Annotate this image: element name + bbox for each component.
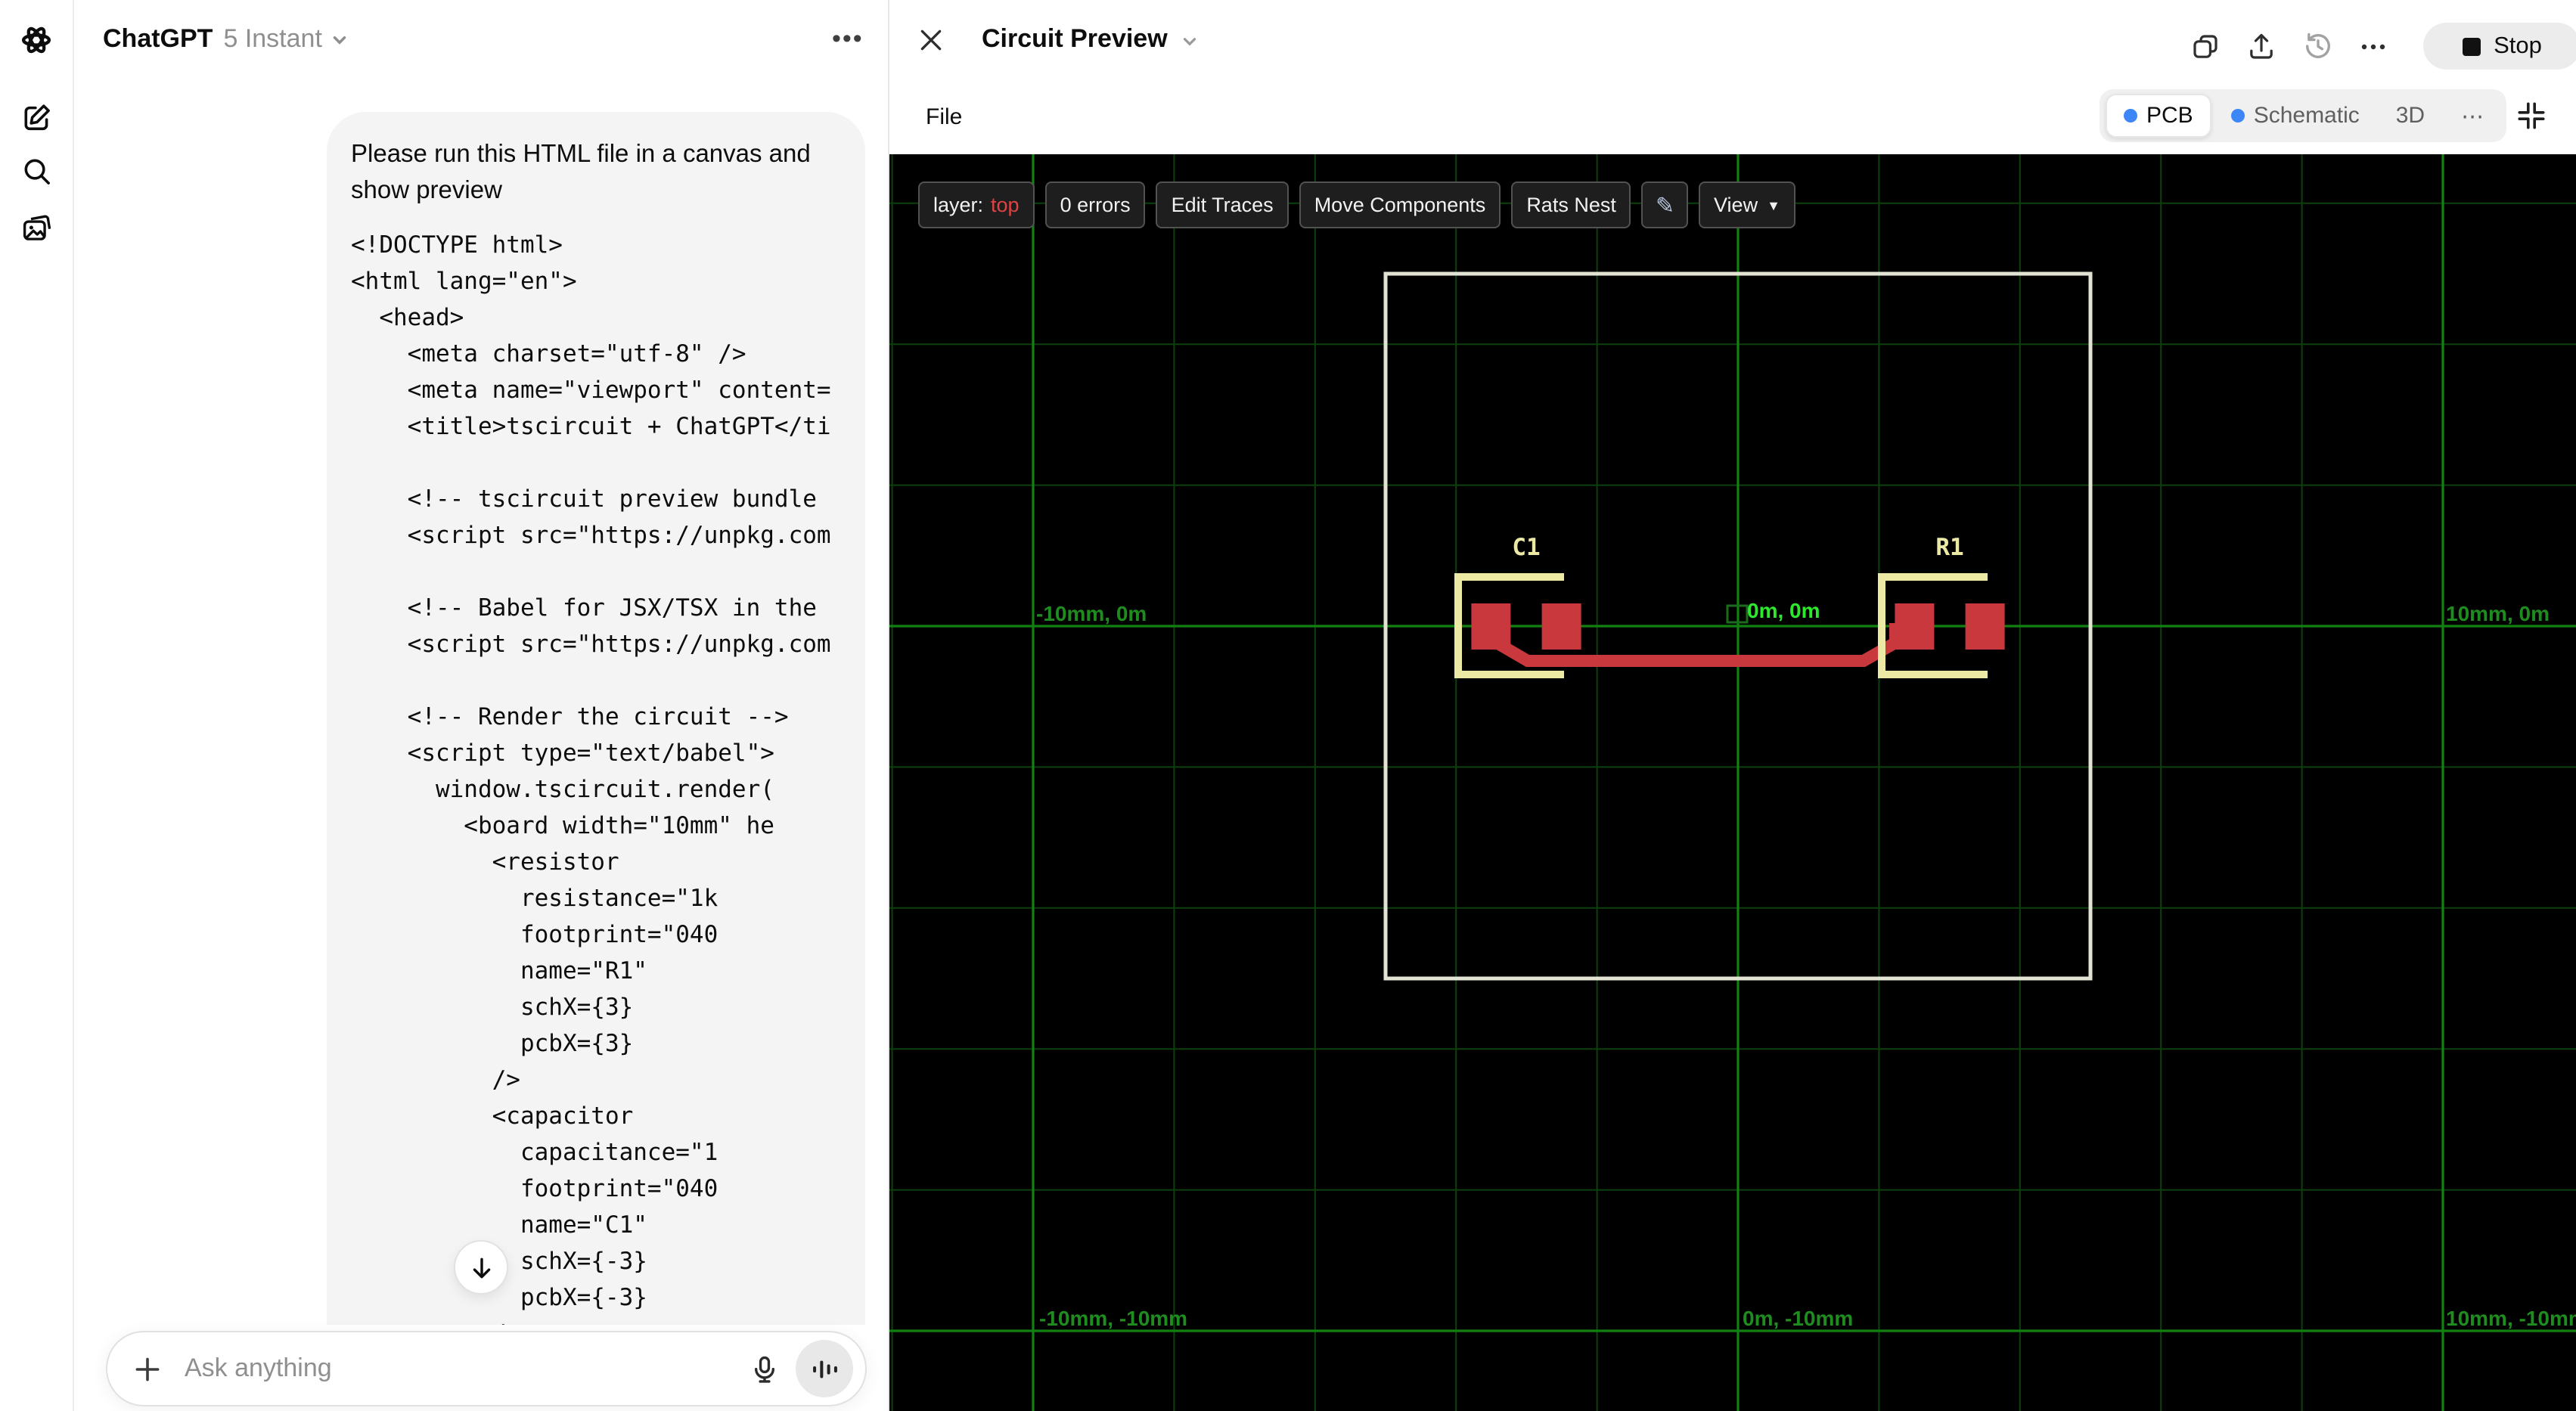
user-message-text: Please run this HTML file in a canvas an… xyxy=(351,141,811,204)
new-chat-icon[interactable] xyxy=(20,100,53,133)
component-label-C1: C1 xyxy=(1512,534,1540,561)
more-options-ellipsis-icon[interactable] xyxy=(2357,29,2390,63)
model-name[interactable]: 5 Instant xyxy=(223,24,321,54)
canvas-panel: Circuit Preview Stop File PCB Schematic … xyxy=(888,0,2576,1411)
pcb-drawing[interactable]: C1 R1 0m, 0m -10mm, 0m 10mm, 0m -10mm, -10mm 0… xyxy=(889,154,2576,1411)
pcb-button-label: 0 errors xyxy=(1060,194,1131,216)
tab-schematic[interactable]: Schematic xyxy=(2214,95,2376,136)
view-tabs: PCB Schematic 3D ⋯ xyxy=(2100,89,2507,142)
voice-mode-button[interactable] xyxy=(796,1340,853,1397)
pcb-rats-nest-button[interactable]: Rats Nest xyxy=(1511,181,1631,228)
pcb-button-label: Edit Traces xyxy=(1171,194,1274,216)
attach-plus-icon[interactable] xyxy=(132,1353,163,1385)
tab-label: ⋯ xyxy=(2461,104,2484,129)
tab-⋯[interactable]: ⋯ xyxy=(2444,95,2500,136)
composer-placeholder[interactable]: Ask anything xyxy=(185,1354,749,1384)
pad-C1-2[interactable] xyxy=(1541,603,1581,650)
pcb-toolbar: layer: top 0 errors Edit Traces Move Compone… xyxy=(918,181,1795,228)
composer-input[interactable]: Ask anything xyxy=(106,1331,867,1406)
grid-coord-label: 10mm, 0m xyxy=(2446,602,2550,625)
pcb-move-components-button[interactable]: Move Components xyxy=(1299,181,1501,228)
chat-panel: ChatGPT 5 Instant ••• Please run this HT… xyxy=(74,0,888,1411)
pad-R1-1[interactable] xyxy=(1895,603,1935,650)
stop-square-icon xyxy=(2462,37,2481,55)
caret-down-icon: ▼ xyxy=(1767,197,1780,212)
pcb-button-label: Move Components xyxy=(1314,194,1486,216)
grid-coord-label: 0m, -10mm xyxy=(1743,1307,1853,1330)
sidebar-rail xyxy=(0,0,74,1411)
search-icon[interactable] xyxy=(20,154,53,188)
pcb-button-label: Rats Nest xyxy=(1526,194,1616,216)
file-menu[interactable]: File xyxy=(926,104,962,130)
pcb-edit-traces-button[interactable]: Edit Traces xyxy=(1156,181,1289,228)
pcb-button-label: View xyxy=(1714,194,1758,216)
component-label-R1: R1 xyxy=(1935,534,1963,561)
pad-C1-1[interactable] xyxy=(1471,603,1511,650)
origin-label: 0m, 0m xyxy=(1747,599,1820,622)
tab-pcb[interactable]: PCB xyxy=(2106,94,2211,138)
tab-dot-icon xyxy=(2124,109,2137,122)
canvas-header-actions: Stop xyxy=(2189,23,2576,70)
tab-label: PCB xyxy=(2146,103,2193,129)
microphone-icon[interactable] xyxy=(749,1353,781,1385)
openai-logo-icon[interactable] xyxy=(20,23,53,56)
pcb-errors-button[interactable]: 0 errors xyxy=(1044,181,1146,228)
stop-button[interactable]: Stop xyxy=(2423,23,2576,70)
active-layer-value: top xyxy=(991,194,1020,216)
pcb-layer-button[interactable]: layer: top xyxy=(918,181,1035,228)
grid-coord-label: -10mm, 0m xyxy=(1036,602,1147,625)
chat-options-ellipsis-icon[interactable]: ••• xyxy=(832,25,864,53)
grid-coord-label: -10mm, -10mm xyxy=(1039,1307,1187,1330)
pcb-canvas[interactable]: layer: top 0 errors Edit Traces Move Compone… xyxy=(889,154,2576,1411)
close-icon[interactable] xyxy=(914,23,947,56)
layer-prefix: layer: xyxy=(933,194,984,216)
tab-label: Schematic xyxy=(2253,103,2360,129)
stop-label: Stop xyxy=(2494,33,2542,58)
pcb-view-button[interactable]: View ▼ xyxy=(1699,181,1795,228)
user-message-bubble: Please run this HTML file in a canvas an… xyxy=(327,112,865,1325)
chat-title[interactable]: ChatGPT xyxy=(103,24,213,54)
tab-3d[interactable]: 3D xyxy=(2379,95,2441,136)
scroll-to-bottom-button[interactable] xyxy=(454,1240,508,1295)
share-upload-icon[interactable] xyxy=(2245,29,2278,63)
tab-label: 3D xyxy=(2395,103,2425,129)
title-chevron-down-icon[interactable] xyxy=(1180,32,1200,51)
canvas-title[interactable]: Circuit Preview xyxy=(982,24,1168,54)
pcb-trace-tool-icon[interactable]: ✎ xyxy=(1641,181,1689,228)
canvas-header: Circuit Preview Stop xyxy=(889,0,2576,85)
user-message-code: <!DOCTYPE html> <html lang="en"> <head> … xyxy=(351,231,831,1325)
collapse-fullscreen-icon[interactable] xyxy=(2512,97,2549,133)
tab-dot-icon xyxy=(2230,109,2245,122)
library-icon[interactable] xyxy=(20,210,53,243)
history-icon[interactable] xyxy=(2301,29,2334,63)
model-chevron-down-icon[interactable] xyxy=(330,29,349,49)
pad-R1-2[interactable] xyxy=(1965,603,2005,650)
copy-icon[interactable] xyxy=(2189,29,2222,63)
app-window: ChatGPT 5 Instant ••• Please run this HT… xyxy=(0,0,2576,1411)
pcb-background xyxy=(889,154,2576,1411)
chat-header: ChatGPT 5 Instant xyxy=(74,0,888,79)
grid-coord-label: 10mm, -10mm xyxy=(2446,1307,2576,1330)
